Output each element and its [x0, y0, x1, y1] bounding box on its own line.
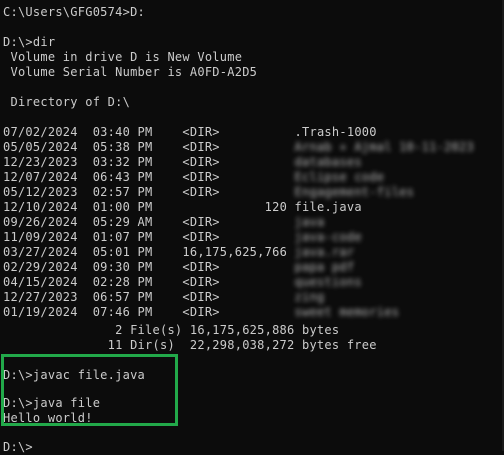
- volume-label-line: Volume in drive D is New Volume: [3, 50, 243, 64]
- entry-date: 07/02/2024: [3, 125, 78, 139]
- entry-time: 07:46 PM: [92, 305, 153, 319]
- entry-date: 04/15/2024: [3, 275, 78, 289]
- files-summary-line: 2 File(s) 16,175,625,886 bytes: [3, 323, 340, 337]
- entry-time: 06:43 PM: [92, 170, 153, 184]
- list-item: 05/05/2024 05:38 PM <DIR> Arnab + Ajmal …: [3, 140, 474, 155]
- list-item: 01/19/2024 07:46 PM <DIR> sweet memories: [3, 305, 399, 320]
- entry-time: 05:01 PM: [92, 245, 153, 259]
- entry-time: 03:40 PM: [92, 125, 153, 139]
- entry-date: 11/09/2024: [3, 230, 78, 244]
- entry-date: 03/27/2024: [3, 245, 78, 259]
- entry-time: 01:00 PM: [92, 200, 153, 214]
- entry-type: <DIR>: [182, 260, 220, 274]
- entry-type: <DIR>: [182, 230, 220, 244]
- entry-name: file.java: [294, 200, 362, 214]
- cd-command-line: C:\Users\GFG0574>D:: [3, 5, 146, 19]
- entry-time: 03:32 PM: [92, 155, 153, 169]
- entry-date: 01/19/2024: [3, 305, 78, 319]
- list-item: 12/27/2023 06:57 PM <DIR> zing: [3, 290, 324, 305]
- dir-command-line: D:\>dir: [3, 35, 56, 49]
- entry-size: 120: [182, 200, 288, 214]
- list-item: 09/26/2024 05:29 AM <DIR> java: [3, 215, 324, 230]
- entry-name: Engagement-files: [294, 185, 415, 199]
- entry-date: 12/23/2023: [3, 155, 78, 169]
- list-item: 03/27/2024 05:01 PM 16,175,625,766 java.…: [3, 245, 354, 260]
- list-item: 05/12/2023 02:57 PM <DIR> Engagement-fil…: [3, 185, 414, 200]
- entry-time: 01:07 PM: [92, 230, 153, 244]
- entry-date: 09/26/2024: [3, 215, 78, 229]
- entry-type: <DIR>: [182, 170, 220, 184]
- list-item: 12/23/2023 03:32 PM <DIR> databases: [3, 155, 362, 170]
- list-item: 12/10/2024 01:00 PM 120 file.java: [3, 200, 362, 215]
- entry-type: <DIR>: [182, 290, 220, 304]
- entry-name: papa pdf: [294, 260, 355, 274]
- command-prompt-console[interactable]: C:\Users\GFG0574>D: D:\>dir Volume in dr…: [0, 0, 504, 454]
- serial-number-line: Volume Serial Number is A0FD-A2D5: [3, 65, 258, 79]
- list-item: 04/15/2024 02:28 PM <DIR> questions: [3, 275, 362, 290]
- entry-type: <DIR>: [182, 305, 220, 319]
- entry-time: 09:30 PM: [92, 260, 153, 274]
- entry-type: <DIR>: [182, 215, 220, 229]
- list-item: 07/02/2024 03:40 PM <DIR> .Trash-1000: [3, 125, 377, 140]
- entry-time: 06:57 PM: [92, 290, 153, 304]
- directory-of-line: Directory of D:\: [3, 95, 131, 109]
- entry-date: 12/27/2023: [3, 290, 78, 304]
- list-item: 11/09/2024 01:07 PM <DIR> java-code: [3, 230, 362, 245]
- list-item: 12/07/2024 06:43 PM <DIR> Eclipse code: [3, 170, 384, 185]
- entry-date: 12/07/2024: [3, 170, 78, 184]
- list-item: 02/29/2024 09:30 PM <DIR> papa pdf: [3, 260, 354, 275]
- entry-name: questions: [294, 275, 362, 289]
- dirs-summary-line: 11 Dir(s) 22,298,038,272 bytes free: [3, 338, 377, 352]
- entry-name: Arnab + Ajmal 10-11-2023: [294, 140, 474, 154]
- entry-time: 02:28 PM: [92, 275, 153, 289]
- entry-name: java: [294, 215, 325, 229]
- entry-name: .Trash-1000: [294, 125, 377, 139]
- entry-name: java-code: [294, 230, 362, 244]
- entry-size: 16,175,625,766: [182, 245, 288, 259]
- entry-type: <DIR>: [182, 275, 220, 289]
- highlight-box: [1, 354, 178, 426]
- entry-date: 02/29/2024: [3, 260, 78, 274]
- entry-type: <DIR>: [182, 185, 220, 199]
- entry-time: 02:57 PM: [92, 185, 153, 199]
- entry-name: Eclipse code: [294, 170, 385, 184]
- entry-type: <DIR>: [182, 125, 220, 139]
- entry-name: zing: [294, 290, 325, 304]
- entry-type: <DIR>: [182, 155, 220, 169]
- entry-date: 12/10/2024: [3, 200, 78, 214]
- entry-name: sweet memories: [294, 305, 400, 319]
- entry-date: 05/05/2024: [3, 140, 78, 154]
- entry-name: databases: [294, 155, 362, 169]
- entry-name: java.rar: [294, 245, 355, 259]
- entry-time: 05:29 AM: [92, 215, 153, 229]
- entry-date: 05/12/2023: [3, 185, 78, 199]
- entry-time: 05:38 PM: [92, 140, 153, 154]
- entry-type: <DIR>: [182, 140, 220, 154]
- final-prompt-line[interactable]: D:\>: [3, 440, 33, 455]
